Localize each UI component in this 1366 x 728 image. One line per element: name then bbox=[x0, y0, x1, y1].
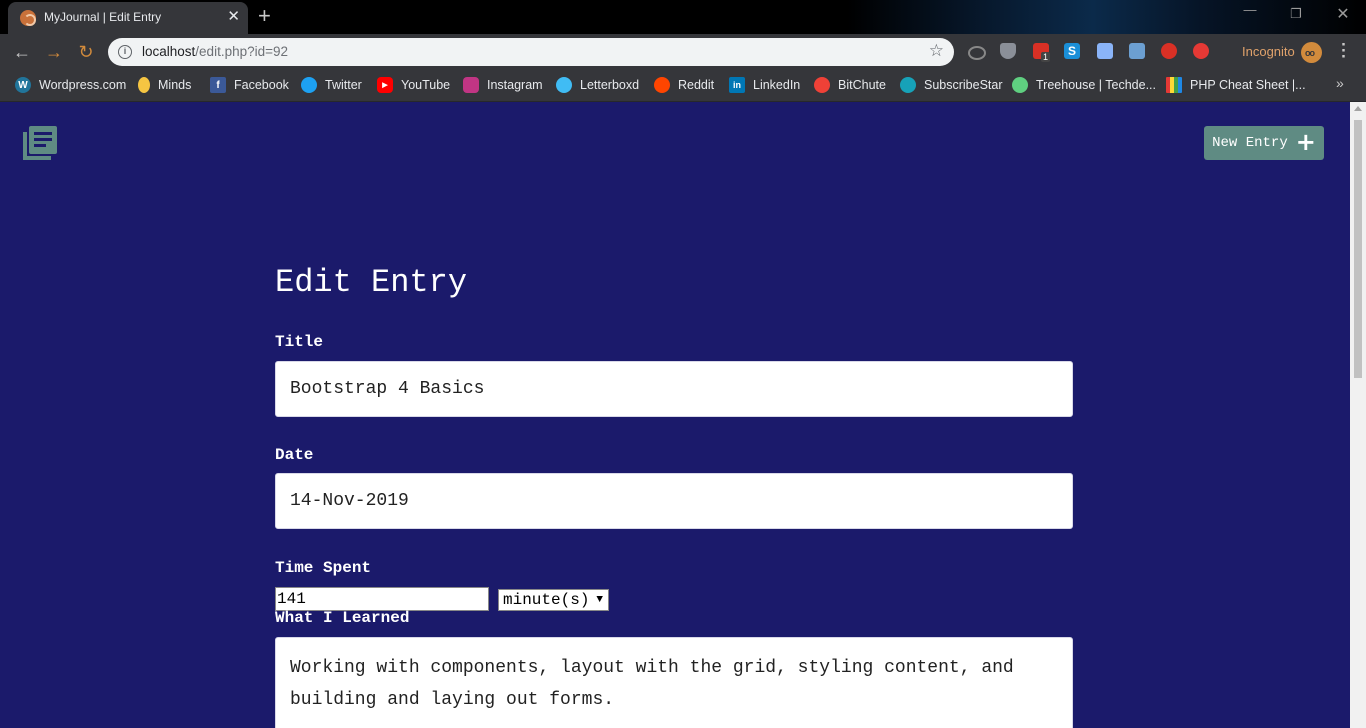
bulb-icon bbox=[138, 77, 150, 93]
facebook-icon: f bbox=[210, 77, 226, 93]
info-icon[interactable]: i bbox=[118, 45, 132, 59]
time-spent-label: Time Spent bbox=[275, 559, 372, 577]
bookmark-item[interactable]: Minds bbox=[138, 77, 191, 93]
browser-titlebar: MyJournal | Edit Entry ✕ + — ❐ ✕ bbox=[0, 0, 1366, 34]
close-tab-icon[interactable]: ✕ bbox=[227, 8, 240, 26]
incognito-icon[interactable] bbox=[1301, 42, 1322, 63]
shield-icon[interactable] bbox=[1000, 43, 1016, 59]
ghost-extension-icon[interactable] bbox=[1193, 43, 1209, 59]
s-extension-icon[interactable]: S bbox=[1064, 43, 1080, 59]
what-i-learned-label: What I Learned bbox=[275, 609, 410, 627]
what-i-learned-textarea[interactable]: Working with components, layout with the… bbox=[275, 637, 1073, 728]
subscribestar-icon bbox=[900, 77, 916, 93]
calendar-extension-icon[interactable]: 1 bbox=[1033, 43, 1051, 62]
globe-icon bbox=[20, 10, 36, 26]
bookmark-item[interactable]: W Wordpress.com bbox=[15, 77, 126, 93]
hand-extension-icon[interactable] bbox=[1161, 43, 1177, 59]
image-extension-icon[interactable] bbox=[1129, 43, 1145, 59]
twitter-icon bbox=[301, 77, 317, 93]
reddit-icon bbox=[654, 77, 670, 93]
plus-icon: + bbox=[1295, 128, 1316, 156]
youtube-icon: ▶ bbox=[377, 77, 393, 93]
treehouse-icon bbox=[1012, 77, 1028, 93]
wordpress-icon: W bbox=[15, 77, 31, 93]
browser-menu-icon[interactable]: · · · bbox=[1338, 36, 1350, 65]
bookmark-item[interactable]: Letterboxd bbox=[556, 77, 639, 93]
date-field[interactable]: 14-Nov-2019 bbox=[275, 473, 1073, 529]
address-bar[interactable]: i localhost/edit.php?id=92 ☆ bbox=[108, 38, 954, 66]
page-content: New Entry + Edit Entry Title Bootstrap 4… bbox=[0, 102, 1350, 728]
chevron-down-icon: ▼ bbox=[596, 594, 603, 606]
url-text: localhost/edit.php?id=92 bbox=[142, 44, 289, 59]
bookmark-item[interactable]: f Facebook bbox=[210, 77, 289, 93]
bookmark-star-icon[interactable]: ☆ bbox=[929, 41, 944, 61]
new-entry-button[interactable]: New Entry + bbox=[1204, 126, 1324, 160]
windows-extension-icon[interactable] bbox=[1097, 43, 1113, 59]
scrollbar-thumb[interactable] bbox=[1354, 120, 1362, 378]
bookmarks-overflow-icon[interactable]: » bbox=[1336, 75, 1344, 91]
bookmark-item[interactable]: Instagram bbox=[463, 77, 543, 93]
page-title: Edit Entry bbox=[275, 264, 468, 301]
new-tab-button[interactable]: + bbox=[258, 5, 271, 27]
extension-badge: 1 bbox=[1041, 52, 1051, 62]
new-entry-label: New Entry bbox=[1212, 135, 1288, 151]
browser-tab[interactable]: MyJournal | Edit Entry ✕ bbox=[8, 2, 248, 34]
browser-toolbar: ← → ↻ i localhost/edit.php?id=92 ☆ 1 S bbox=[0, 34, 1366, 70]
restore-button[interactable]: ❐ bbox=[1284, 6, 1308, 22]
forward-button[interactable]: → bbox=[43, 41, 65, 63]
bookmark-item[interactable]: Reddit bbox=[654, 77, 714, 93]
scroll-up-icon[interactable] bbox=[1354, 106, 1362, 111]
bookmark-item[interactable]: in LinkedIn bbox=[729, 77, 800, 93]
minimize-button[interactable]: — bbox=[1238, 2, 1262, 17]
bookmark-item[interactable]: Twitter bbox=[301, 77, 362, 93]
bitchute-icon bbox=[814, 77, 830, 93]
bookmark-item[interactable]: PHP Cheat Sheet |... bbox=[1166, 77, 1306, 93]
time-unit-value: minute(s) bbox=[503, 591, 590, 609]
title-label: Title bbox=[275, 333, 324, 351]
close-window-button[interactable]: ✕ bbox=[1331, 4, 1355, 24]
bookmarks-bar: W Wordpress.com Minds f Facebook Twitter ▶… bbox=[0, 70, 1366, 102]
journal-icon[interactable] bbox=[23, 126, 57, 160]
tab-title: MyJournal | Edit Entry bbox=[44, 10, 162, 24]
bookmark-item[interactable]: SubscribeStar bbox=[900, 77, 1003, 93]
bookmark-item[interactable]: Treehouse | Techde... bbox=[1012, 77, 1156, 93]
time-spent-input[interactable]: 141 bbox=[275, 587, 489, 611]
page-scrollbar[interactable] bbox=[1350, 102, 1366, 728]
bookmark-item[interactable]: ▶ YouTube bbox=[377, 77, 450, 93]
extension-icon-1[interactable] bbox=[968, 46, 986, 60]
back-button[interactable]: ← bbox=[11, 41, 33, 63]
instagram-icon bbox=[463, 77, 479, 93]
reload-button[interactable]: ↻ bbox=[75, 41, 97, 63]
incognito-label: Incognito bbox=[1242, 44, 1295, 59]
date-label: Date bbox=[275, 446, 314, 464]
php-icon bbox=[1166, 77, 1182, 93]
bookmark-item[interactable]: BitChute bbox=[814, 77, 886, 93]
letterboxd-icon bbox=[556, 77, 572, 93]
time-unit-select[interactable]: minute(s) ▼ bbox=[498, 589, 609, 611]
title-field[interactable]: Bootstrap 4 Basics bbox=[275, 361, 1073, 417]
linkedin-icon: in bbox=[729, 77, 745, 93]
